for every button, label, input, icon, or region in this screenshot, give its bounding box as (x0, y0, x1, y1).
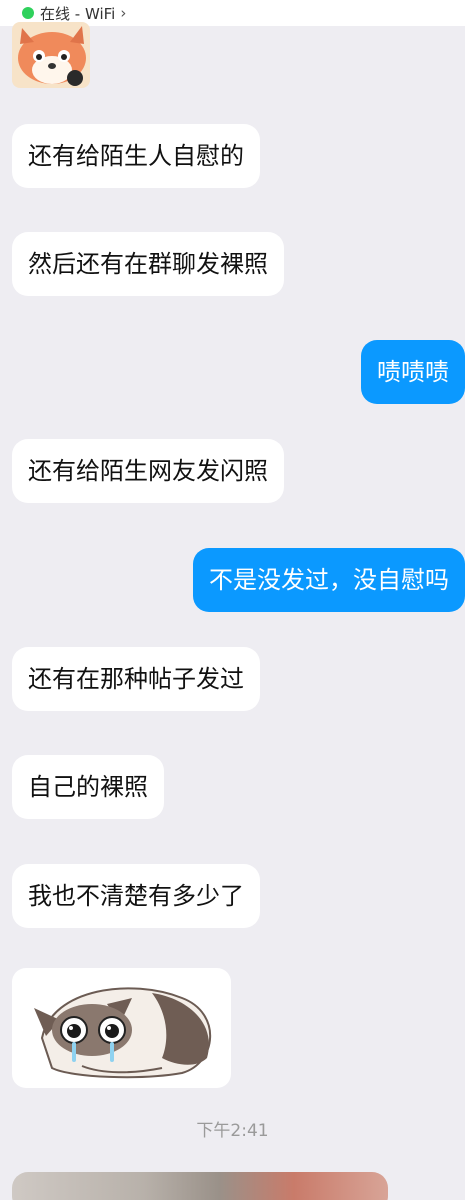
online-status-text: 在线 - WiFi (40, 4, 116, 23)
crying-cat-sticker-icon[interactable] (12, 968, 231, 1088)
message-bubble-incoming[interactable]: 自己的裸照 (12, 755, 164, 819)
message-bubble-incoming[interactable]: 然后还有在群聊发裸照 (12, 232, 284, 296)
message-text: 不是没发过，没自慰吗 (209, 566, 449, 594)
message-text: 自己的裸照 (28, 773, 148, 801)
message-bubble-incoming[interactable]: 还有给陌生人自慰的 (12, 124, 260, 188)
chat-screen: 在线 - WiFi › 还有给陌生人自慰的 然后还有在群聊发裸照 啧啧啧 还有给… (0, 0, 465, 1200)
message-bubble-outgoing[interactable]: 不是没发过，没自慰吗 (193, 548, 465, 612)
message-text: 还有在那种帖子发过 (28, 665, 244, 693)
timestamp-separator: 下午2:41 (196, 1121, 269, 1141)
message-bubble-incoming[interactable]: 还有给陌生网友发闪照 (12, 439, 284, 503)
online-dot-icon (22, 7, 34, 19)
message-text: 还有给陌生人自慰的 (28, 142, 244, 170)
message-bubble-incoming[interactable]: 还有在那种帖子发过 (12, 647, 260, 711)
message-text: 然后还有在群聊发裸照 (28, 250, 268, 278)
message-bubble-incoming[interactable]: 我也不清楚有多少了 (12, 864, 260, 928)
message-text: 我也不清楚有多少了 (28, 882, 244, 910)
message-text: 啧啧啧 (377, 358, 449, 386)
fox-sticker-icon[interactable] (12, 22, 90, 88)
message-bubble-outgoing[interactable]: 啧啧啧 (361, 340, 465, 404)
message-text: 还有给陌生网友发闪照 (28, 457, 268, 485)
chevron-right-icon: › (120, 4, 127, 22)
photo-message[interactable] (12, 1172, 388, 1200)
